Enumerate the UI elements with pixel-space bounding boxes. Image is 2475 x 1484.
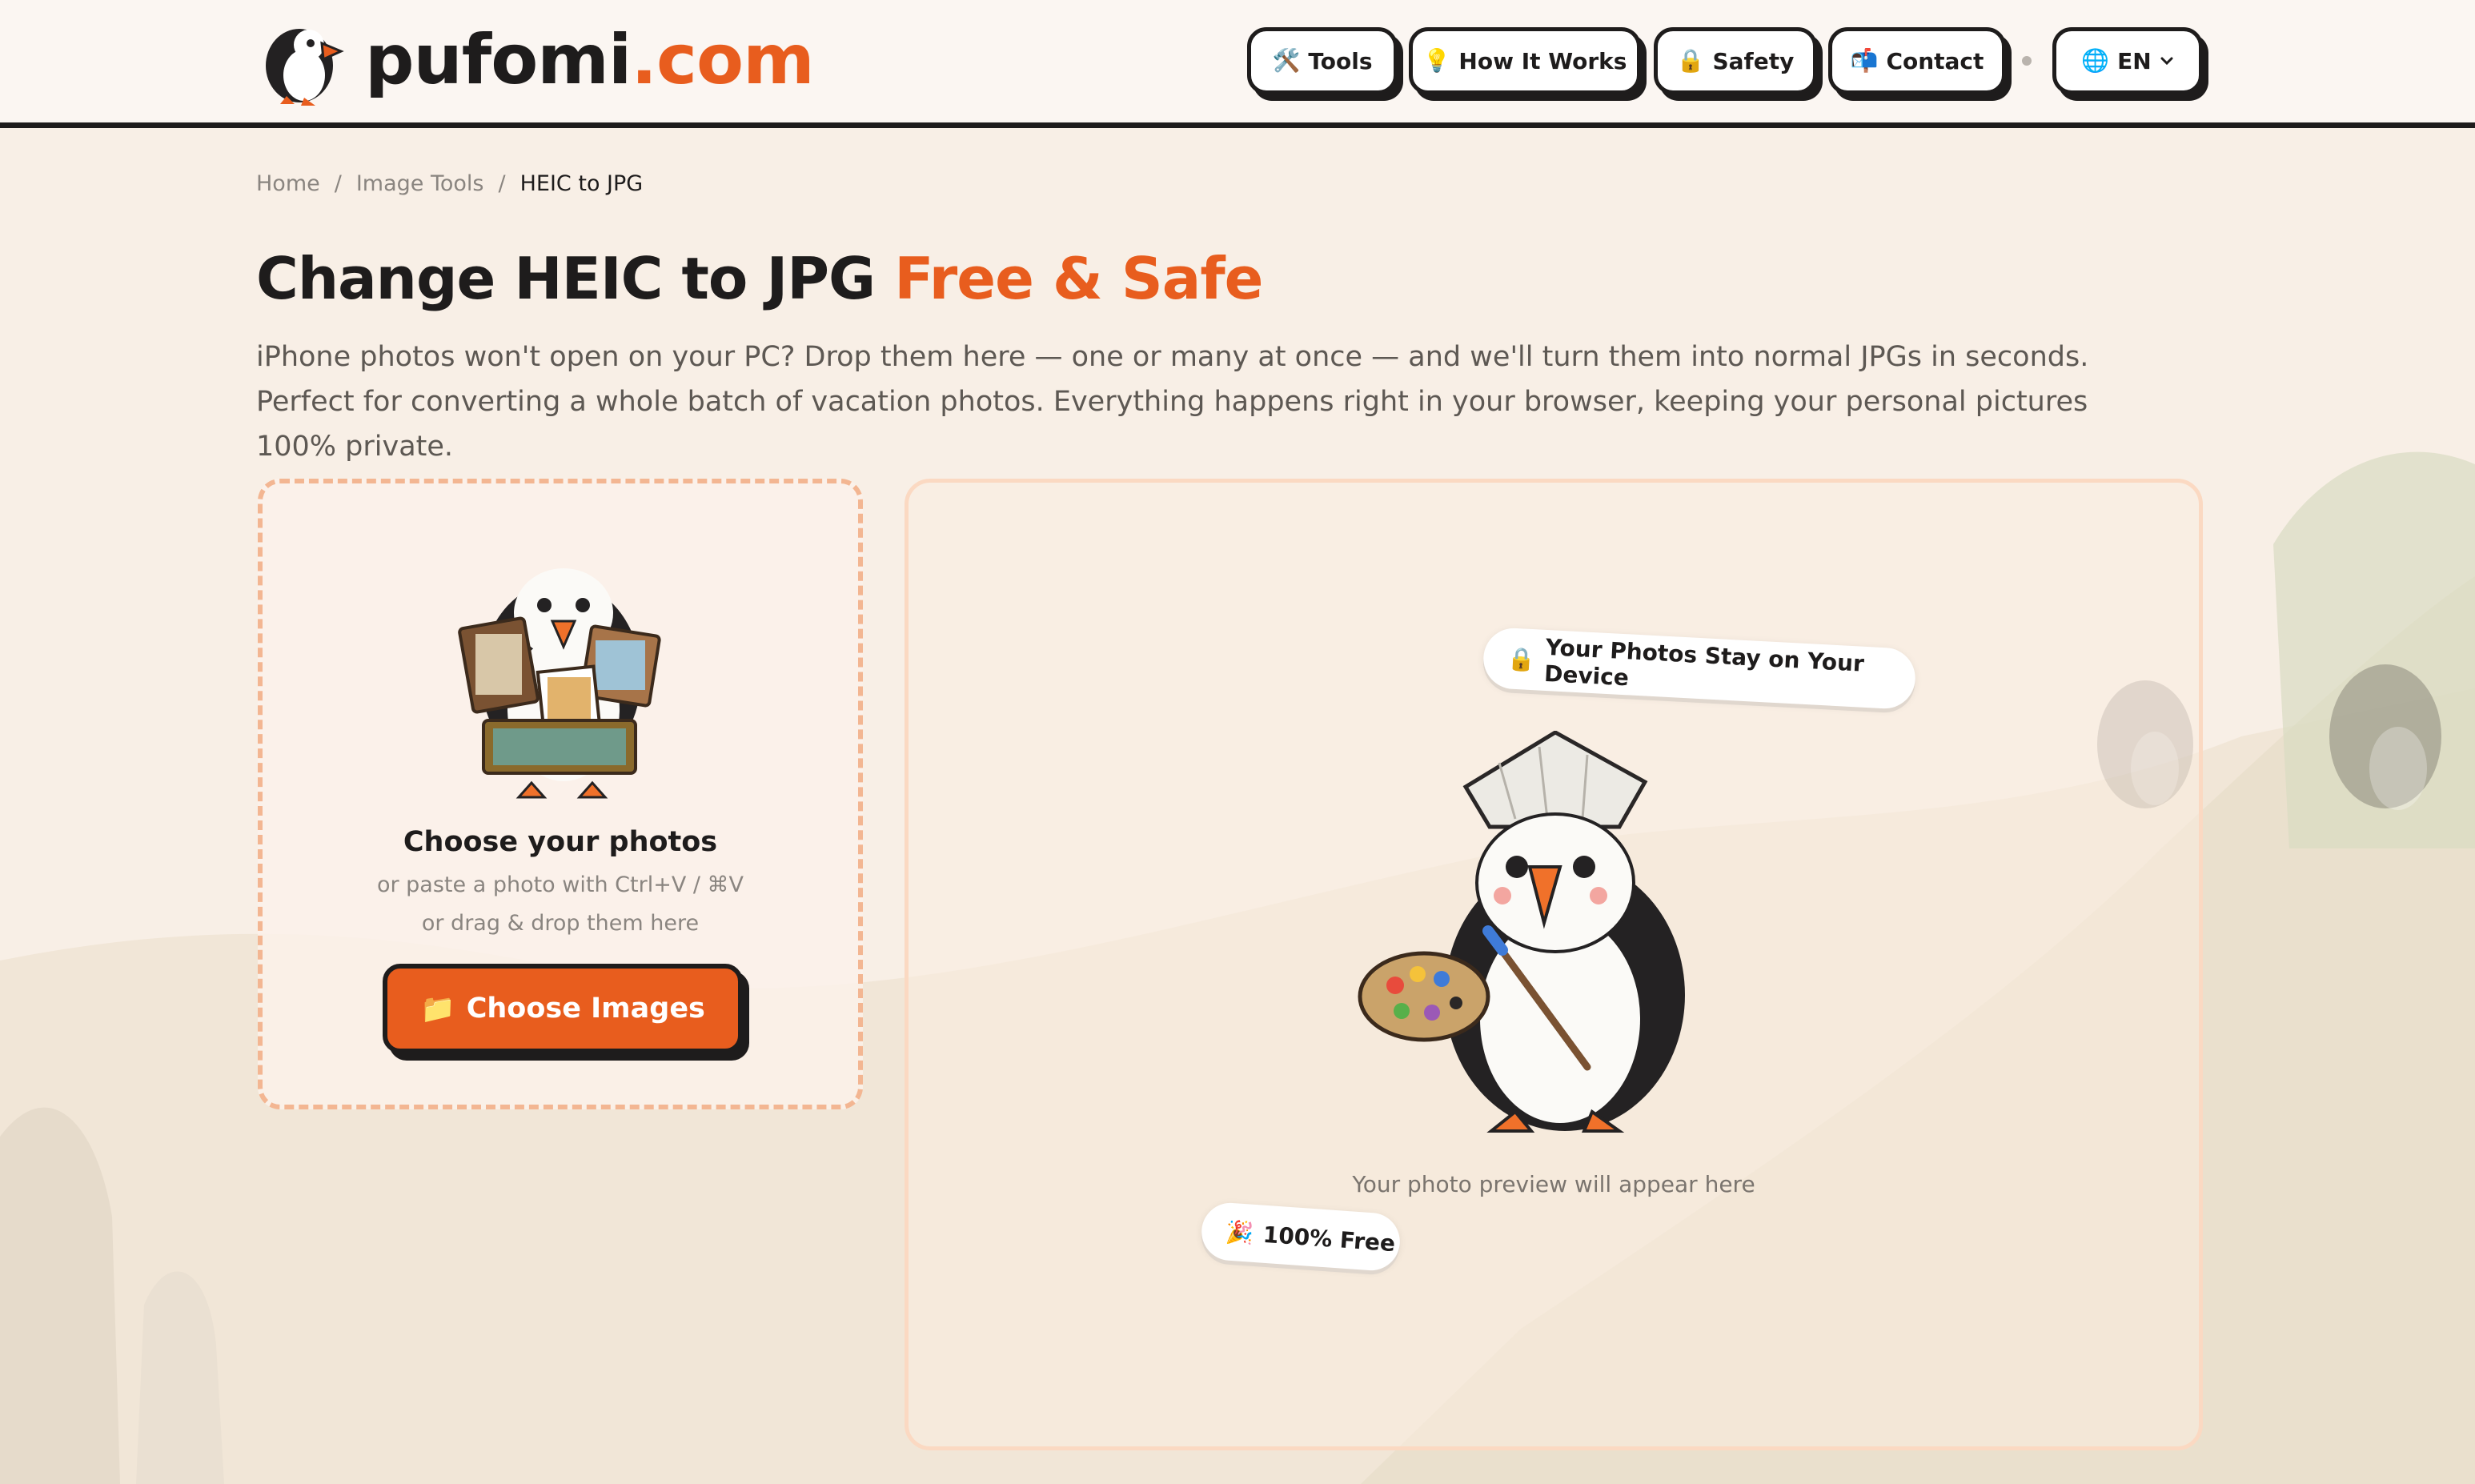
- privacy-badge-text: Your Photos Stay on Your Device: [1543, 633, 1865, 692]
- chevron-down-icon: [2160, 57, 2173, 66]
- nav-safety-label: Safety: [1712, 47, 1795, 74]
- breadcrumb-image-tools[interactable]: Image Tools: [356, 171, 484, 196]
- nav-separator-dot: [2022, 56, 2032, 66]
- logo-domain: .com: [631, 20, 814, 100]
- lightbulb-icon: 💡: [1422, 47, 1451, 74]
- puffin-with-photos-illustration: [458, 568, 661, 799]
- logo[interactable]: pufomi.com: [255, 13, 815, 107]
- page-title-accent: Free & Safe: [894, 245, 1263, 312]
- nav-contact-button[interactable]: 📬 Contact: [1828, 27, 2006, 94]
- breadcrumb-separator: /: [334, 171, 342, 196]
- mailbox-icon: 📬: [1850, 47, 1879, 74]
- choose-images-button[interactable]: 📁 Choose Images: [383, 964, 743, 1053]
- lock-icon: 🔒: [1676, 47, 1705, 74]
- nav-how-it-works-button[interactable]: 💡 How It Works: [1409, 27, 1641, 94]
- puffin-painter-illustration: [1358, 731, 1685, 1133]
- upload-dropzone[interactable]: Choose your photos or paste a photo with…: [258, 479, 863, 1109]
- tools-icon: 🛠️: [1272, 47, 1301, 74]
- page-title-main: Change HEIC to JPG: [256, 245, 876, 312]
- upload-title: Choose your photos: [403, 826, 718, 858]
- preview-placeholder: Your photo preview will appear here: [1352, 1171, 1755, 1197]
- logo-brand: pufomi: [365, 20, 632, 100]
- free-badge-text: 100% Free: [1262, 1221, 1397, 1257]
- free-badge: 🎉 100% Free: [1199, 1201, 1402, 1273]
- breadcrumb-current: HEIC to JPG: [519, 171, 644, 196]
- lock-icon: 🔒: [1506, 644, 1537, 673]
- language-selector[interactable]: 🌐 EN: [2052, 27, 2203, 94]
- logo-text: pufomi.com: [365, 26, 815, 94]
- nav-contact-label: Contact: [1886, 47, 1984, 74]
- privacy-badge: 🔒 Your Photos Stay on Your Device: [1482, 626, 1917, 711]
- breadcrumb-home[interactable]: Home: [256, 171, 320, 196]
- party-popper-icon: 🎉: [1225, 1217, 1255, 1247]
- page-description: iPhone photos won't open on your PC? Dro…: [256, 341, 2089, 463]
- paste-hint: or paste a photo with Ctrl+V / ⌘V: [376, 872, 744, 897]
- nav-how-label: How It Works: [1458, 47, 1627, 74]
- language-label: EN: [2117, 47, 2152, 74]
- drag-hint: or drag & drop them here: [421, 911, 700, 936]
- preview-panel: 🔒 Your Photos Stay on Your Device Your p…: [905, 479, 2203, 1450]
- page-title: Change HEIC to JPG Free & Safe: [256, 245, 1263, 312]
- breadcrumb-separator: /: [498, 171, 506, 196]
- site-header: pufomi.com 🛠️ Tools 💡 How It Works 🔒 Saf…: [0, 0, 2475, 128]
- puffin-logo-icon: [266, 29, 344, 106]
- globe-icon: 🌐: [2081, 47, 2110, 74]
- nav-tools-label: Tools: [1308, 47, 1373, 74]
- folder-icon: 📁: [420, 993, 455, 1025]
- choose-images-label: Choose Images: [466, 993, 705, 1025]
- nav-tools-button[interactable]: 🛠️ Tools: [1247, 27, 1398, 94]
- nav-safety-button[interactable]: 🔒 Safety: [1654, 27, 1817, 94]
- breadcrumb: Home / Image Tools / HEIC to JPG: [256, 171, 643, 196]
